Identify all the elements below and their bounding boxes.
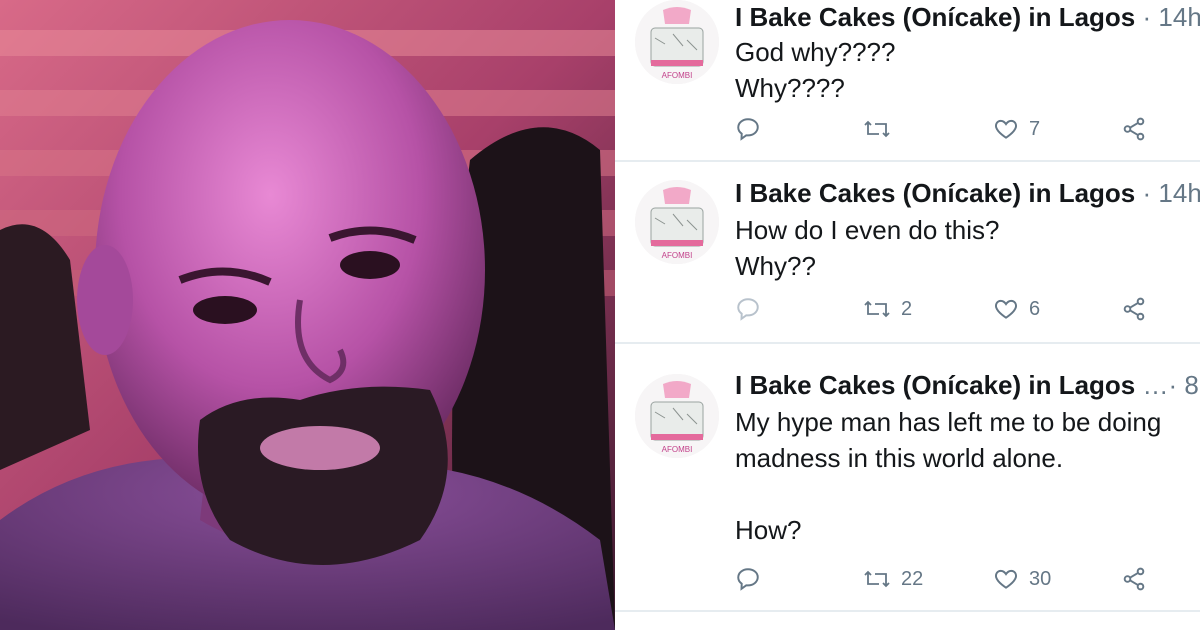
share-button[interactable] bbox=[1121, 294, 1147, 324]
tweet-card[interactable]: AFOMBI I Bake Cakes (Onícake) in Lagos …… bbox=[615, 344, 1200, 612]
share-icon bbox=[1123, 567, 1145, 591]
tweet-card[interactable]: AFOMBI I Bake Cakes (Onícake) in Lagos ·… bbox=[615, 162, 1200, 344]
heart-icon bbox=[995, 119, 1017, 139]
reply-button[interactable] bbox=[735, 114, 761, 144]
retweet-button[interactable] bbox=[863, 114, 901, 144]
tweet-header: I Bake Cakes (Onícake) in Lagos · 14h bbox=[735, 2, 1200, 32]
tweet-text: God why???? Why???? bbox=[735, 37, 896, 103]
like-button[interactable]: 30 bbox=[993, 564, 1051, 594]
tweet-header: I Bake Cakes (Onícake) in Lagos · 14h bbox=[735, 178, 1200, 208]
screenshot-collage: AFOMBI I Bake Cakes (Onícake) in Lagos ·… bbox=[0, 0, 1200, 630]
tweet-card[interactable]: AFOMBI I Bake Cakes (Onícake) in Lagos ·… bbox=[615, 0, 1200, 162]
timestamp[interactable]: 14h bbox=[1158, 178, 1200, 208]
heart-icon bbox=[995, 299, 1017, 319]
tweet-header: I Bake Cakes (Onícake) in Lagos …· 8h bbox=[735, 370, 1200, 400]
like-button[interactable]: 6 bbox=[993, 294, 1040, 324]
cake-logo-image: AFOMBI bbox=[635, 180, 719, 264]
author-name[interactable]: I Bake Cakes (Onícake) in Lagos bbox=[735, 178, 1135, 208]
retweet-icon bbox=[864, 570, 890, 588]
logo-text: AFOMBI bbox=[662, 445, 693, 454]
like-count: 7 bbox=[1029, 117, 1041, 140]
man-portrait-image bbox=[0, 0, 615, 630]
reply-button[interactable] bbox=[735, 294, 761, 324]
separator: · bbox=[1142, 178, 1152, 208]
share-button[interactable] bbox=[1121, 564, 1147, 594]
retweet-icon bbox=[864, 120, 890, 138]
action-bar: 22 30 bbox=[735, 564, 1155, 594]
timestamp[interactable]: 8h bbox=[1184, 370, 1200, 400]
heart-icon bbox=[995, 569, 1017, 589]
reply-icon bbox=[737, 298, 759, 321]
retweet-icon bbox=[864, 300, 890, 318]
share-icon bbox=[1123, 117, 1145, 141]
reply-icon bbox=[737, 118, 759, 141]
share-button[interactable] bbox=[1121, 114, 1147, 144]
like-count: 6 bbox=[1029, 297, 1041, 320]
timestamp[interactable]: 14h bbox=[1158, 2, 1200, 32]
profile-photo bbox=[0, 0, 615, 630]
avatar[interactable]: AFOMBI bbox=[635, 374, 719, 458]
action-bar: 2 6 bbox=[735, 294, 1155, 324]
cake-logo-image: AFOMBI bbox=[635, 0, 719, 84]
action-bar: 7 bbox=[735, 114, 1155, 144]
logo-text: AFOMBI bbox=[662, 251, 693, 260]
retweet-count: 22 bbox=[901, 567, 924, 590]
cake-logo-image: AFOMBI bbox=[635, 374, 719, 458]
separator: · bbox=[1142, 2, 1152, 32]
like-count: 30 bbox=[1029, 567, 1052, 590]
tweet-feed: AFOMBI I Bake Cakes (Onícake) in Lagos ·… bbox=[615, 0, 1200, 630]
author-name[interactable]: I Bake Cakes (Onícake) in Lagos bbox=[735, 370, 1135, 400]
tweet-text: My hype man has left me to be doing madn… bbox=[735, 407, 1162, 545]
avatar[interactable]: AFOMBI bbox=[635, 180, 719, 264]
tweet-text: How do I even do this? Why?? bbox=[735, 215, 1000, 281]
retweet-button[interactable]: 2 bbox=[863, 294, 912, 324]
logo-text: AFOMBI bbox=[662, 71, 693, 80]
like-button[interactable]: 7 bbox=[993, 114, 1040, 144]
share-icon bbox=[1123, 297, 1145, 321]
reply-button[interactable] bbox=[735, 564, 761, 594]
reply-icon bbox=[737, 568, 759, 591]
retweet-button[interactable]: 22 bbox=[863, 564, 923, 594]
author-name[interactable]: I Bake Cakes (Onícake) in Lagos bbox=[735, 2, 1135, 32]
avatar[interactable]: AFOMBI bbox=[635, 0, 719, 84]
separator: …· bbox=[1142, 370, 1178, 400]
retweet-count: 2 bbox=[901, 297, 913, 320]
